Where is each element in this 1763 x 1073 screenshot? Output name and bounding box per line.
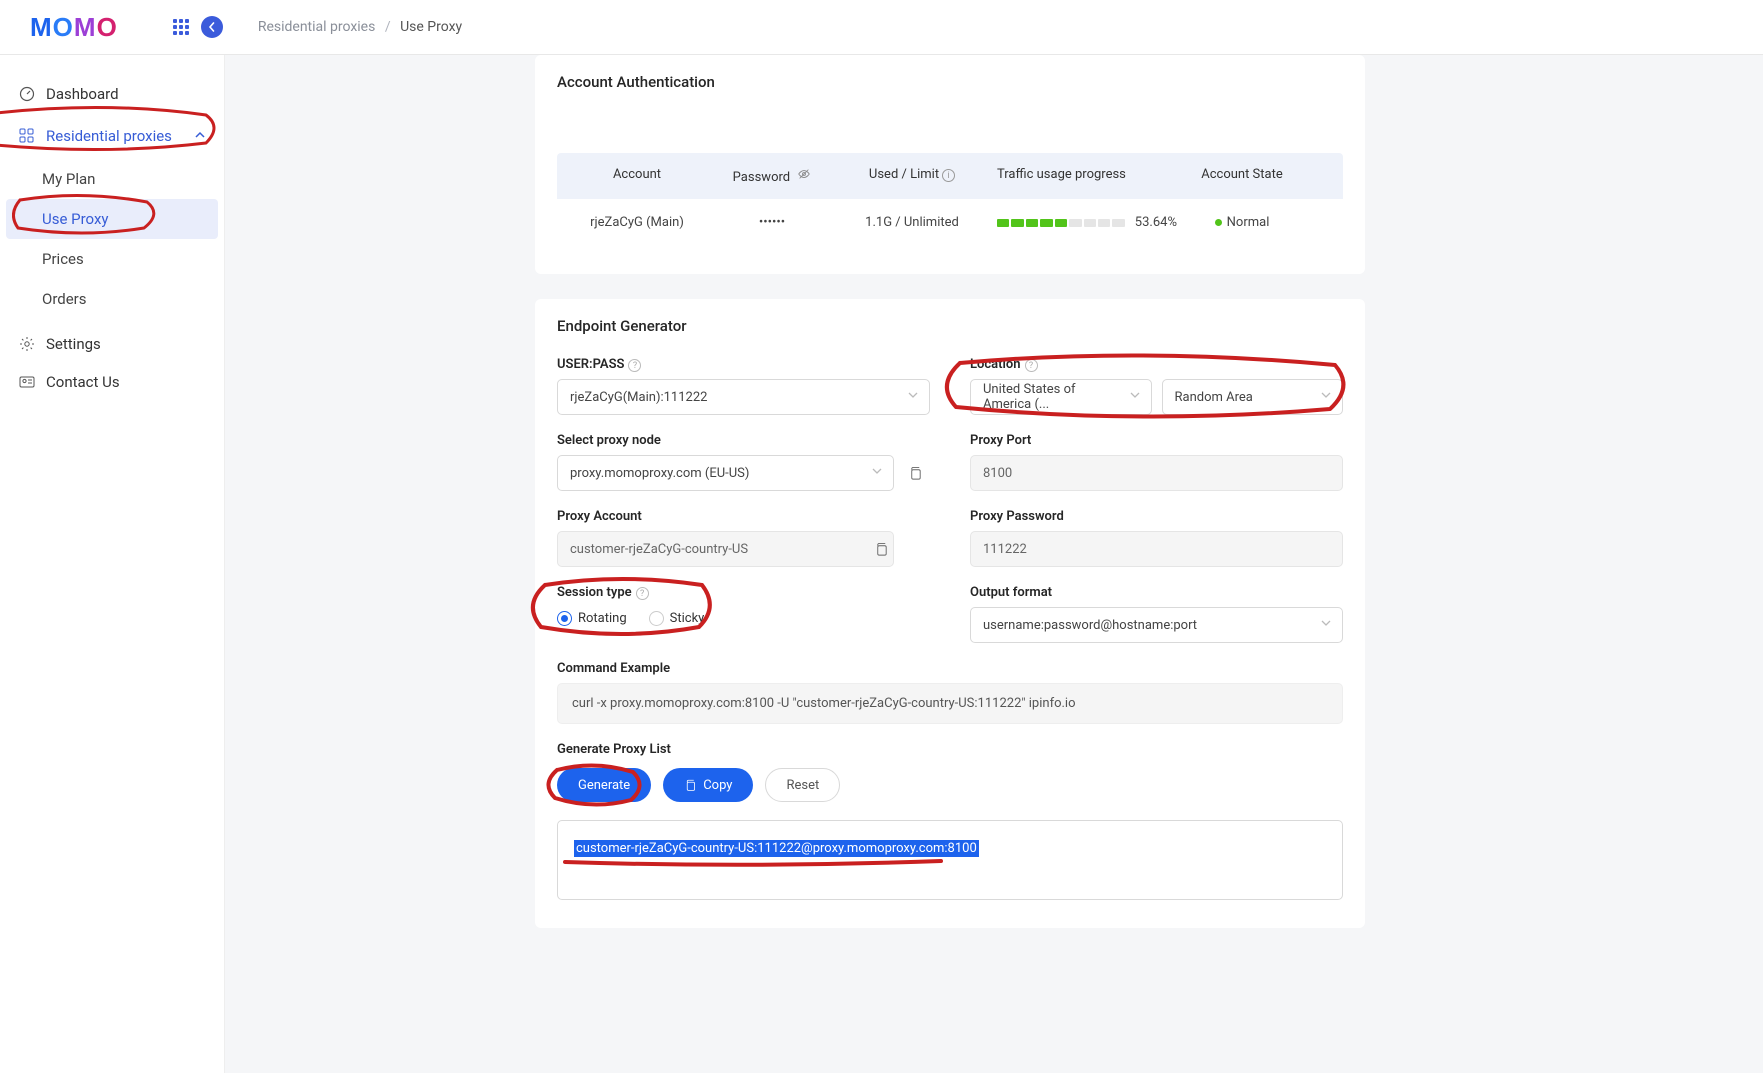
sidebar-label: Dashboard <box>46 85 119 103</box>
breadcrumb-current: Use Proxy <box>400 19 462 35</box>
breadcrumb-parent[interactable]: Residential proxies <box>258 19 376 35</box>
sidebar-sub-orders[interactable]: Orders <box>0 279 224 319</box>
command-example-box: curl -x proxy.momoproxy.com:8100 -U "cus… <box>557 683 1343 724</box>
cell-state: Normal <box>1177 215 1307 230</box>
sidebar-sub-use-proxy[interactable]: Use Proxy <box>6 199 218 239</box>
progress-bar: 53.64% <box>997 215 1177 230</box>
col-password: Password <box>707 167 837 185</box>
chevron-down-icon <box>1320 389 1332 405</box>
help-icon[interactable]: ? <box>1025 359 1038 372</box>
sidebar-label: Prices <box>42 250 84 268</box>
col-account: Account <box>567 167 707 185</box>
col-progress: Traffic usage progress <box>987 167 1177 185</box>
sidebar-item-dashboard[interactable]: Dashboard <box>0 75 224 113</box>
progress-percent: 53.64% <box>1135 215 1177 230</box>
select-area[interactable]: Random Area <box>1162 379 1344 415</box>
proxy-list-output[interactable]: customer-rjeZaCyG-country-US:111222@prox… <box>557 820 1343 900</box>
label-proxy-account: Proxy Account <box>557 509 930 524</box>
radio-rotating[interactable]: Rotating <box>557 611 627 626</box>
sidebar-label: Settings <box>46 335 101 353</box>
label-location: Location? <box>970 357 1343 372</box>
help-icon[interactable]: ? <box>636 587 649 600</box>
copy-icon <box>684 779 697 792</box>
cell-used-limit: 1.1G / Unlimited <box>837 215 987 230</box>
select-userpass[interactable]: rjeZaCyG(Main):111222 <box>557 379 930 415</box>
chevron-down-icon <box>1129 389 1141 405</box>
cell-password: •••••• <box>707 215 837 230</box>
breadcrumb: Residential proxies / Use Proxy <box>258 19 462 35</box>
radio-icon <box>649 611 664 626</box>
col-used-limit: Used / Limiti <box>837 167 987 185</box>
cell-account: rjeZaCyG (Main) <box>567 215 707 230</box>
select-output-format[interactable]: username:password@hostname:port <box>970 607 1343 643</box>
chevron-up-icon <box>194 127 206 145</box>
sidebar-label: Use Proxy <box>42 210 108 228</box>
logo: MOMO <box>30 12 118 43</box>
id-card-icon <box>18 373 36 391</box>
eye-off-icon[interactable] <box>797 170 811 185</box>
radio-icon <box>557 611 572 626</box>
reset-button[interactable]: Reset <box>765 768 840 802</box>
sidebar-sub-prices[interactable]: Prices <box>0 239 224 279</box>
info-icon: i <box>942 169 955 182</box>
select-proxy-node[interactable]: proxy.momoproxy.com (EU-US) <box>557 455 894 491</box>
gauge-icon <box>18 85 36 103</box>
field-proxy-port: 8100 <box>970 455 1343 491</box>
sidebar-sub-my-plan[interactable]: My Plan <box>0 159 224 199</box>
help-icon[interactable]: ? <box>628 359 641 372</box>
label-generate-list: Generate Proxy List <box>557 742 1343 757</box>
chevron-down-icon <box>907 389 919 405</box>
copy-icon[interactable] <box>866 531 896 567</box>
label-session-type: Session type? <box>557 585 930 600</box>
sidebar-label: Orders <box>42 290 87 308</box>
panel-title-account: Account Authentication <box>557 73 1343 91</box>
gear-icon <box>18 335 36 353</box>
sidebar-item-contact[interactable]: Contact Us <box>0 363 224 401</box>
label-command-example: Command Example <box>557 661 1343 676</box>
select-country[interactable]: United States of America (... <box>970 379 1152 415</box>
copy-button[interactable]: Copy <box>663 768 753 802</box>
copy-icon[interactable] <box>900 455 930 491</box>
panel-title-generator: Endpoint Generator <box>557 317 1343 335</box>
account-table-header: Account Password Used / Limiti Traffic u… <box>557 153 1343 199</box>
sidebar-label: Residential proxies <box>46 127 172 145</box>
label-proxy-port: Proxy Port <box>970 433 1343 448</box>
col-state: Account State <box>1177 167 1307 185</box>
apps-grid-icon[interactable] <box>173 19 189 35</box>
proxy-list-line: customer-rjeZaCyG-country-US:111222@prox… <box>574 840 979 857</box>
label-proxy-password: Proxy Password <box>970 509 1343 524</box>
chevron-down-icon <box>871 465 883 481</box>
sidebar-item-residential-proxies[interactable]: Residential proxies <box>0 113 224 159</box>
label-output-format: Output format <box>970 585 1343 600</box>
sidebar-item-settings[interactable]: Settings <box>0 325 224 363</box>
field-proxy-account: customer-rjeZaCyG-country-US <box>557 531 894 567</box>
status-dot-icon <box>1215 219 1222 226</box>
account-table-row: rjeZaCyG (Main) •••••• 1.1G / Unlimited … <box>557 199 1343 246</box>
field-proxy-password: 111222 <box>970 531 1343 567</box>
sidebar-label: My Plan <box>42 170 95 188</box>
generate-button[interactable]: Generate <box>557 768 651 802</box>
sidebar-label: Contact Us <box>46 373 120 391</box>
chevron-down-icon <box>1320 617 1332 633</box>
radio-sticky[interactable]: Sticky <box>649 611 705 626</box>
grid-dots-icon <box>18 127 36 145</box>
label-userpass: USER:PASS? <box>557 357 930 372</box>
label-proxy-node: Select proxy node <box>557 433 930 448</box>
collapse-sidebar-button[interactable] <box>201 16 223 38</box>
